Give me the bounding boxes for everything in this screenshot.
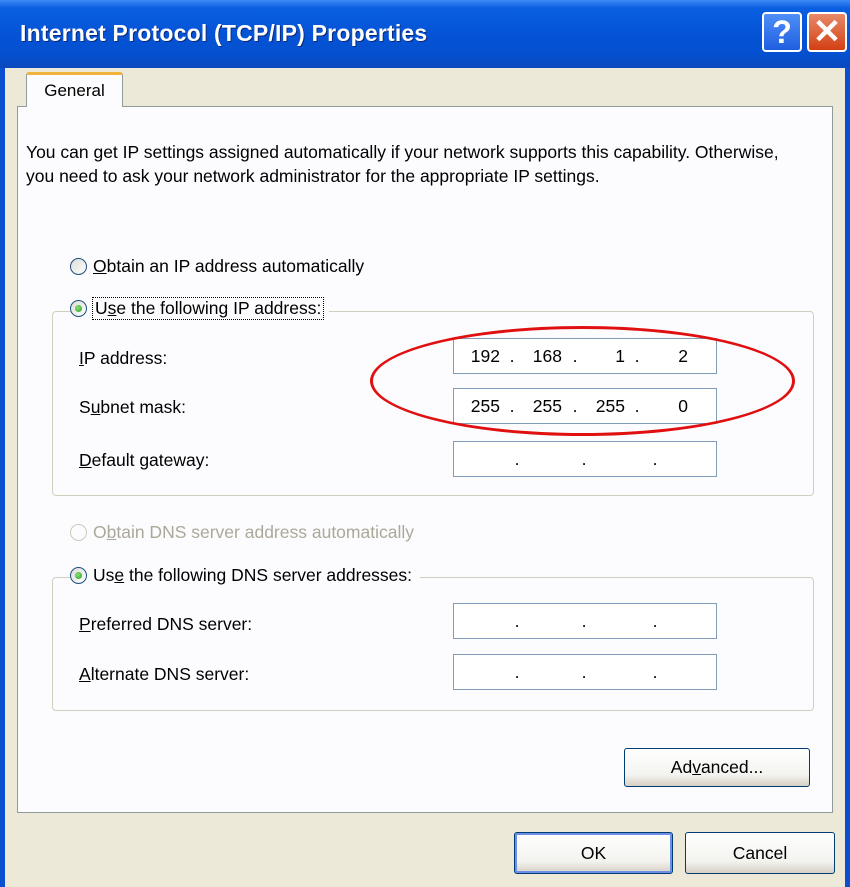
radio-circle-unselected-icon (70, 258, 87, 275)
octet-separator: . (514, 611, 520, 631)
cancel-button[interactable]: Cancel (685, 832, 835, 874)
alternate-dns-field[interactable]: . . . (453, 654, 717, 690)
close-icon: ✕ (812, 13, 842, 51)
tab-general[interactable]: General (26, 72, 123, 107)
radio-obtain-ip-auto[interactable]: Obtain an IP address automatically (70, 256, 364, 277)
radio-label: Use the following DNS server addresses: (93, 565, 413, 585)
ip-address-label: IP address: (79, 348, 168, 368)
dns-server-group (52, 577, 814, 711)
tab-general-label: General (44, 81, 105, 100)
default-gateway-field[interactable]: . . . (453, 441, 717, 477)
octet-separator: . (652, 611, 658, 631)
preferred-dns-label: Preferred DNS server: (79, 614, 253, 634)
advanced-button-label: Advanced... (670, 757, 764, 777)
octet-separator: . (514, 449, 520, 469)
radio-label: Obtain DNS server address automatically (93, 522, 414, 542)
window-title: Internet Protocol (TCP/IP) Properties (20, 20, 428, 46)
description-text: You can get IP settings assigned automat… (26, 142, 779, 186)
radio-circle-selected-icon (70, 300, 87, 317)
window-border-left (0, 68, 5, 887)
octet-separator: . (581, 449, 587, 469)
radio-label: Obtain an IP address automatically (93, 256, 365, 276)
annotation-ellipse (370, 326, 795, 436)
radio-label: Use the following IP address: (91, 297, 325, 320)
cancel-button-label: Cancel (732, 842, 788, 863)
ok-button[interactable]: OK (514, 832, 673, 874)
dialog-window: Internet Protocol (TCP/IP) Properties ? … (0, 0, 850, 887)
octet-separator: . (652, 662, 658, 682)
close-button[interactable]: ✕ (807, 12, 847, 52)
help-button[interactable]: ? (762, 12, 802, 52)
radio-obtain-dns-auto: Obtain DNS server address automatically (70, 522, 414, 543)
title-bar[interactable]: Internet Protocol (TCP/IP) Properties ? … (0, 0, 850, 68)
radio-use-following-dns[interactable]: Use the following DNS server addresses: (70, 565, 421, 586)
octet-separator: . (581, 611, 587, 631)
alternate-dns-label: Alternate DNS server: (79, 664, 250, 684)
radio-circle-disabled-icon (70, 524, 87, 541)
subnet-mask-label: Subnet mask: (79, 397, 187, 417)
octet-separator: . (514, 662, 520, 682)
octet-separator: . (652, 449, 658, 469)
advanced-button[interactable]: Advanced... (624, 748, 810, 787)
radio-circle-selected-icon (70, 567, 87, 584)
window-border-right (845, 68, 850, 887)
ok-button-label: OK (580, 842, 607, 863)
help-icon: ? (772, 13, 792, 50)
radio-use-following-ip[interactable]: Use the following IP address: (70, 297, 330, 320)
octet-separator: . (581, 662, 587, 682)
preferred-dns-field[interactable]: . . . (453, 603, 717, 639)
default-gateway-label: Default gateway: (79, 450, 210, 470)
